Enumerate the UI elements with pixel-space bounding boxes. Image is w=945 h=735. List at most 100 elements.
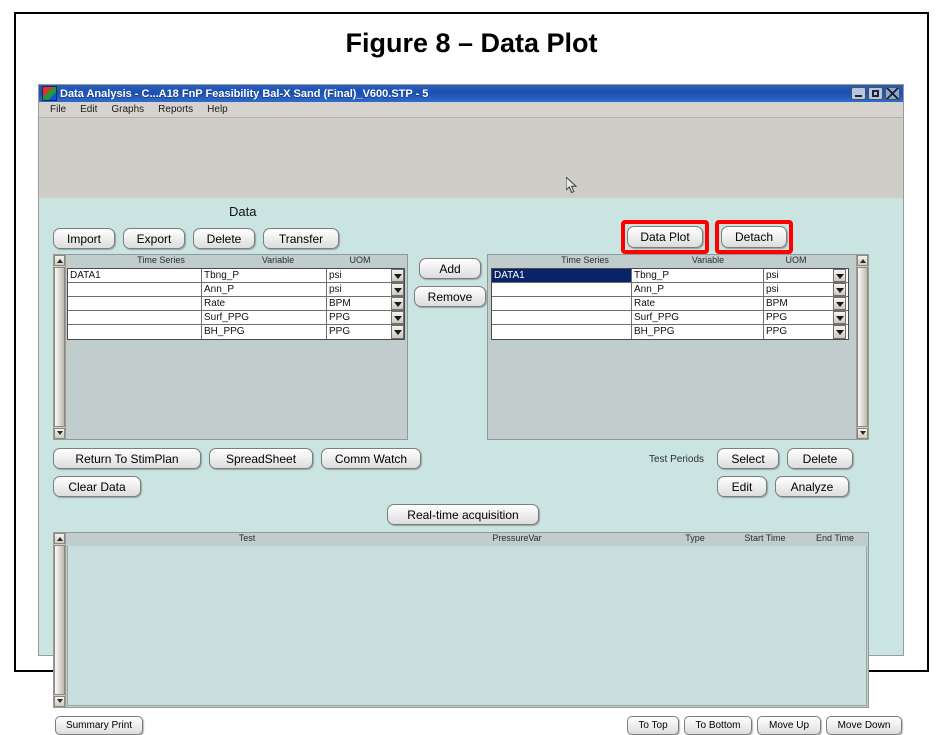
chevron-down-icon[interactable] bbox=[833, 325, 846, 339]
return-to-stimplan-button[interactable]: Return To StimPlan bbox=[53, 448, 201, 469]
comm-watch-button[interactable]: Comm Watch bbox=[321, 448, 421, 469]
import-button[interactable]: Import bbox=[53, 228, 115, 249]
left-list-header: Time Series Variable UOM bbox=[67, 255, 408, 268]
test-periods-grid[interactable] bbox=[67, 546, 867, 706]
bottom-list-header: Test PressureVar Type Start Time End Tim… bbox=[67, 532, 869, 546]
scroll-down-icon[interactable] bbox=[54, 696, 65, 707]
right-header-variable: Variable bbox=[691, 255, 725, 265]
menu-item-reports[interactable]: Reports bbox=[151, 102, 200, 117]
uom-value: psi bbox=[766, 270, 779, 281]
cell-variable: BH_PPG bbox=[632, 325, 764, 339]
cell-uom[interactable]: PPG bbox=[764, 311, 846, 324]
maximize-icon[interactable] bbox=[868, 87, 883, 100]
table-row[interactable]: DATA1 Tbng_P psi bbox=[68, 269, 404, 283]
realtime-acquisition-button[interactable]: Real-time acquisition bbox=[387, 504, 539, 525]
table-row[interactable]: Surf_PPG PPG bbox=[68, 311, 404, 325]
left-panel-scrollbar[interactable] bbox=[53, 254, 66, 440]
cell-variable: Rate bbox=[202, 297, 327, 310]
cell-uom[interactable]: psi bbox=[327, 269, 404, 282]
scroll-down-icon[interactable] bbox=[54, 428, 65, 439]
transfer-button[interactable]: Transfer bbox=[263, 228, 339, 249]
chevron-down-icon[interactable] bbox=[833, 311, 846, 324]
summary-print-button[interactable]: Summary Print bbox=[55, 716, 143, 735]
detach-button[interactable]: Detach bbox=[721, 226, 787, 248]
scroll-down-icon[interactable] bbox=[857, 428, 868, 439]
data-group-label: Data bbox=[229, 204, 257, 219]
to-top-button[interactable]: To Top bbox=[627, 716, 679, 735]
scroll-up-icon[interactable] bbox=[54, 533, 65, 544]
table-row[interactable]: Surf_PPG PPG bbox=[492, 311, 848, 325]
add-button[interactable]: Add bbox=[419, 258, 481, 279]
minimize-icon[interactable] bbox=[851, 87, 866, 100]
table-row[interactable]: Ann_P psi bbox=[492, 283, 848, 297]
bottom-header-start-time: Start Time bbox=[744, 533, 786, 543]
scroll-thumb[interactable] bbox=[54, 267, 65, 427]
chevron-down-icon[interactable] bbox=[391, 269, 404, 282]
figure-caption: Figure 8 – Data Plot bbox=[345, 28, 598, 58]
chevron-down-icon[interactable] bbox=[833, 297, 846, 310]
test-periods-delete-button[interactable]: Delete bbox=[787, 448, 853, 469]
cell-uom[interactable]: PPG bbox=[327, 311, 404, 324]
table-row[interactable]: Rate BPM bbox=[68, 297, 404, 311]
left-header-variable: Variable bbox=[261, 255, 295, 265]
move-down-button[interactable]: Move Down bbox=[826, 716, 902, 735]
chevron-down-icon[interactable] bbox=[391, 297, 404, 310]
cell-variable: Ann_P bbox=[632, 283, 764, 296]
app-flag-icon bbox=[42, 86, 57, 101]
right-list-header: Time Series Variable UOM bbox=[491, 255, 853, 268]
chevron-down-icon[interactable] bbox=[391, 311, 404, 324]
chevron-down-icon[interactable] bbox=[833, 283, 846, 296]
menu-bar: File Edit Graphs Reports Help bbox=[39, 102, 903, 118]
menu-item-file[interactable]: File bbox=[43, 102, 73, 117]
cell-uom[interactable]: BPM bbox=[327, 297, 404, 310]
application-window: Data Analysis - C...A18 FnP Feasibility … bbox=[38, 84, 904, 735]
table-row[interactable]: BH_PPG PPG bbox=[68, 325, 404, 339]
table-row[interactable]: DATA1 Tbng_P psi bbox=[492, 269, 848, 283]
cell-uom[interactable]: BPM bbox=[764, 297, 846, 310]
test-periods-select-button[interactable]: Select bbox=[717, 448, 779, 469]
clear-data-button[interactable]: Clear Data bbox=[53, 476, 141, 497]
cell-uom[interactable]: psi bbox=[327, 283, 404, 296]
test-periods-edit-button[interactable]: Edit bbox=[717, 476, 767, 497]
test-periods-analyze-button[interactable]: Analyze bbox=[775, 476, 849, 497]
spreadsheet-button[interactable]: SpreadSheet bbox=[209, 448, 313, 469]
window-controls bbox=[851, 87, 900, 100]
left-data-grid[interactable]: DATA1 Tbng_P psi Ann_P psi Rate BPM Surf… bbox=[67, 268, 405, 340]
menu-item-edit[interactable]: Edit bbox=[73, 102, 104, 117]
bottom-header-test: Test bbox=[238, 533, 256, 543]
menu-item-graphs[interactable]: Graphs bbox=[104, 102, 151, 117]
cell-time-series bbox=[68, 297, 202, 310]
data-group-band bbox=[39, 118, 903, 198]
data-plot-button[interactable]: Data Plot bbox=[627, 226, 703, 248]
close-icon[interactable] bbox=[885, 87, 900, 100]
to-bottom-button[interactable]: To Bottom bbox=[684, 716, 752, 735]
table-row[interactable]: Ann_P psi bbox=[68, 283, 404, 297]
table-row[interactable]: BH_PPG PPG bbox=[492, 325, 848, 339]
cell-uom[interactable]: PPG bbox=[327, 325, 404, 339]
remove-button[interactable]: Remove bbox=[414, 286, 486, 307]
move-up-button[interactable]: Move Up bbox=[757, 716, 821, 735]
chevron-down-icon[interactable] bbox=[833, 269, 846, 282]
chevron-down-icon[interactable] bbox=[391, 325, 404, 339]
cell-variable: Surf_PPG bbox=[632, 311, 764, 324]
uom-value: PPG bbox=[329, 312, 351, 323]
chevron-down-icon[interactable] bbox=[391, 283, 404, 296]
bottom-header-end-time: End Time bbox=[815, 533, 855, 543]
scroll-thumb[interactable] bbox=[54, 545, 65, 695]
cell-uom[interactable]: psi bbox=[764, 283, 846, 296]
cell-time-series bbox=[492, 283, 632, 296]
delete-button[interactable]: Delete bbox=[193, 228, 255, 249]
menu-item-help[interactable]: Help bbox=[200, 102, 235, 117]
right-panel-scrollbar[interactable] bbox=[856, 254, 869, 440]
export-button[interactable]: Export bbox=[123, 228, 185, 249]
right-data-grid[interactable]: DATA1 Tbng_P psi Ann_P psi Rate BPM Surf… bbox=[491, 268, 849, 340]
bottom-header-type: Type bbox=[685, 533, 705, 543]
scroll-up-icon[interactable] bbox=[857, 255, 868, 266]
scroll-up-icon[interactable] bbox=[54, 255, 65, 266]
table-row[interactable]: Rate BPM bbox=[492, 297, 848, 311]
cell-uom[interactable]: PPG bbox=[764, 325, 846, 339]
scroll-thumb[interactable] bbox=[857, 267, 868, 427]
uom-value: PPG bbox=[766, 326, 788, 337]
bottom-panel-scrollbar[interactable] bbox=[53, 532, 66, 708]
cell-uom[interactable]: psi bbox=[764, 269, 846, 282]
